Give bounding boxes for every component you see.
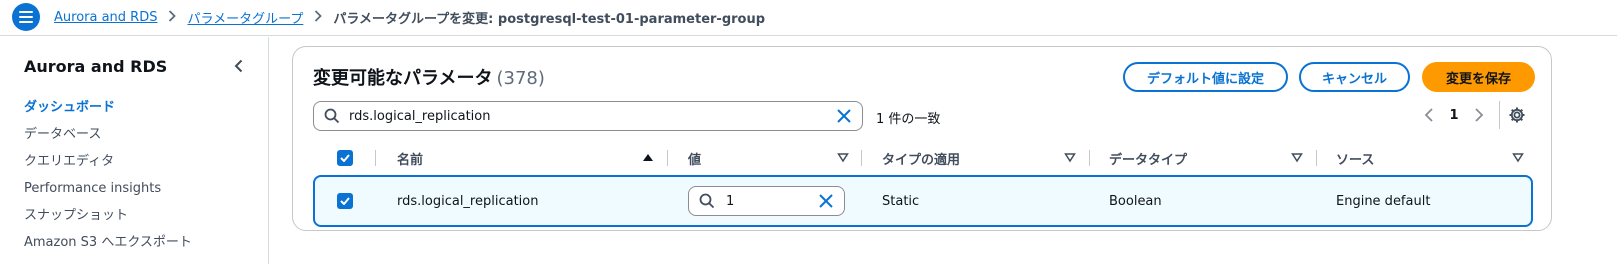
sidebar-item-performance-insights[interactable]: Performance insights [24, 179, 192, 206]
breadcrumb-link-aurora[interactable]: Aurora and RDS [54, 10, 157, 25]
gear-icon[interactable] [1508, 106, 1526, 128]
column-divider [1316, 150, 1317, 166]
clear-value-icon[interactable] [818, 193, 834, 213]
reset-default-button[interactable]: デフォルト値に設定 [1123, 62, 1288, 92]
checkbox-checked-icon [337, 193, 353, 209]
column-divider [861, 150, 862, 166]
column-header-source[interactable]: ソース [1336, 145, 1374, 171]
sidebar-title: Aurora and RDS [24, 57, 168, 76]
row-checkbox[interactable] [337, 177, 353, 225]
sidebar-nav: ダッシュボード データベース クエリエディタ Performance insig… [24, 98, 192, 260]
pagination: 1 [1419, 105, 1489, 125]
sidebar: Aurora and RDS ダッシュボード データベース クエリエディタ Pe… [0, 37, 269, 264]
save-changes-button[interactable]: 変更を保存 [1422, 62, 1535, 92]
checkbox-checked-icon [337, 150, 353, 166]
panel-title-text: 変更可能なパラメータ [313, 68, 493, 89]
sidebar-item-snapshots[interactable]: スナップショット [24, 206, 192, 233]
sort-caret-down-icon[interactable] [837, 151, 849, 167]
column-header-value[interactable]: 値 [688, 145, 701, 171]
sort-caret-down-icon[interactable] [1291, 151, 1303, 167]
table-header: 名前 値 タイプの適用 データタイプ ソース [313, 145, 1533, 171]
select-all-checkbox[interactable] [337, 145, 353, 171]
page-title: 変更可能なパラメータ (378) [313, 64, 545, 90]
sidebar-item-query-editor[interactable]: クエリエディタ [24, 152, 192, 179]
value-input-text: 1 [726, 194, 735, 209]
search-icon [324, 108, 340, 128]
chevron-right-icon [168, 9, 177, 26]
top-bar: Aurora and RDS パラメータグループ パラメータグループを変更: p… [0, 0, 1617, 36]
sidebar-item-s3-export[interactable]: Amazon S3 へエクスポート [24, 233, 192, 260]
page-number[interactable]: 1 [1439, 108, 1469, 123]
sort-caret-down-icon[interactable] [1512, 151, 1524, 167]
collapse-sidebar-icon[interactable] [230, 57, 248, 75]
column-divider [375, 150, 376, 166]
parameters-panel: 変更可能なパラメータ (378) デフォルト値に設定 キャンセル 変更を保存 rd… [292, 46, 1552, 231]
cell-data-type: Boolean [1109, 193, 1162, 209]
sort-caret-down-icon[interactable] [1064, 151, 1076, 167]
column-header-apply-type[interactable]: タイプの適用 [882, 145, 960, 171]
search-input[interactable]: rds.logical_replication [313, 101, 863, 131]
breadcrumb-link-parameter-groups[interactable]: パラメータグループ [187, 8, 303, 27]
sidebar-item-databases[interactable]: データベース [24, 125, 192, 152]
cell-source: Engine default [1336, 193, 1431, 209]
breadcrumb-current: パラメータグループを変更: postgresql-test-01-paramet… [333, 12, 766, 27]
sidebar-item-dashboard[interactable]: ダッシュボード [24, 98, 192, 125]
clear-search-icon[interactable] [836, 108, 852, 128]
column-header-data-type[interactable]: データタイプ [1109, 145, 1187, 171]
match-count: 1 件の一致 [876, 112, 941, 127]
column-header-name[interactable]: 名前 [397, 145, 423, 171]
sort-ascending-icon[interactable] [642, 151, 654, 167]
parameter-count: (378) [496, 68, 545, 89]
value-input[interactable]: 1 [688, 186, 845, 216]
column-divider [667, 150, 668, 166]
cancel-button[interactable]: キャンセル [1299, 62, 1410, 92]
column-divider [1089, 150, 1090, 166]
chevron-right-icon [314, 9, 323, 26]
cell-apply-type: Static [882, 193, 920, 209]
cell-name: rds.logical_replication [397, 193, 539, 209]
previous-page-icon[interactable] [1419, 105, 1439, 125]
divider [1499, 101, 1500, 129]
next-page-icon[interactable] [1469, 105, 1489, 125]
menu-icon[interactable] [12, 3, 40, 31]
search-icon [699, 193, 715, 213]
table-row[interactable]: rds.logical_replication 1 Static Boolean… [313, 175, 1533, 227]
search-value: rds.logical_replication [349, 109, 491, 124]
breadcrumb: Aurora and RDS パラメータグループ パラメータグループを変更: p… [54, 8, 765, 27]
